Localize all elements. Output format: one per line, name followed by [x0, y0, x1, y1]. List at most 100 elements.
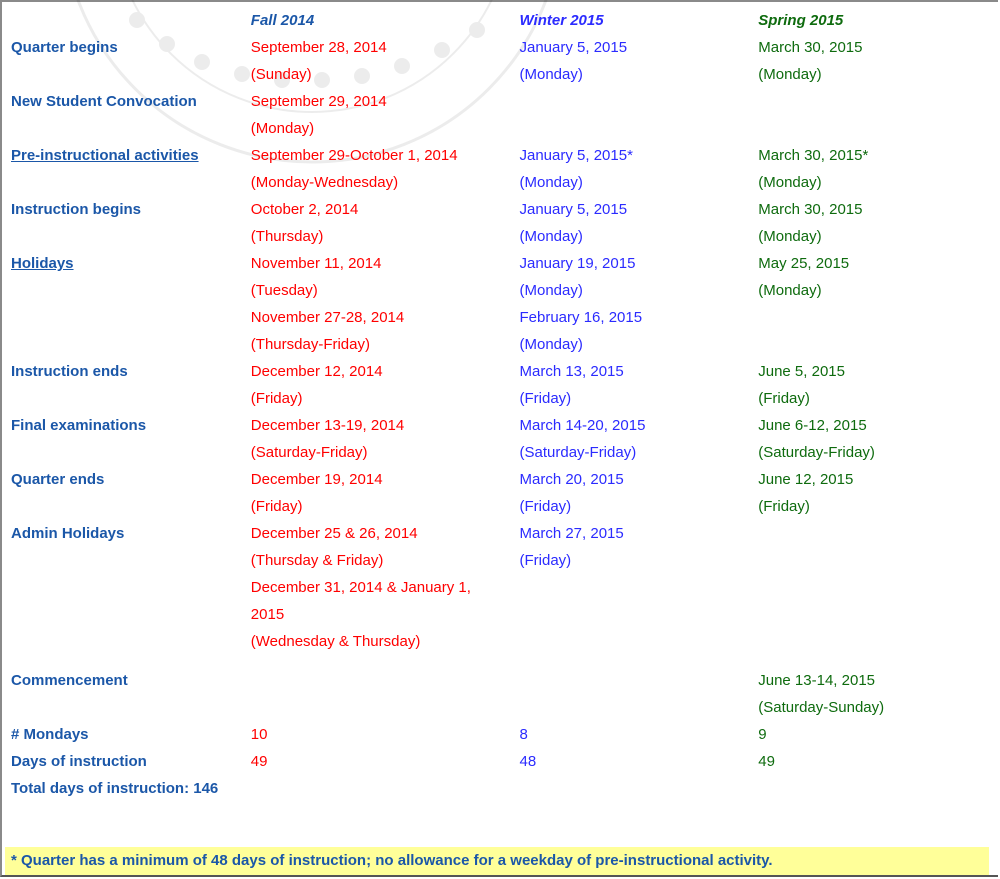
fall-date-entry: (Thursday & Friday)	[250, 552, 384, 569]
fall-date-entry: September 29-October 1, 2014	[250, 147, 458, 164]
spring-date-entry: March 30, 2015	[758, 201, 863, 218]
column-header-spring: Spring 2015	[758, 12, 844, 29]
fall-cell: December 25 & 26, 2014 (Thursday & Friday…	[251, 520, 520, 655]
winter-cell: January 5, 2015* (Monday)	[520, 142, 759, 196]
table-row: Quarter begins September 28, 2014 (Sunday)…	[11, 34, 998, 88]
calendar-body: Quarter begins September 28, 2014 (Sunday)…	[11, 34, 998, 802]
spring-date-entry: (Saturday-Friday)	[758, 444, 875, 461]
winter-date-entry: January 5, 2015	[519, 201, 628, 218]
spring-date-entry: (Monday)	[758, 282, 822, 299]
spring-cell: June 5, 2015 (Friday)	[758, 358, 998, 412]
winter-date-entry: 48	[519, 753, 537, 770]
fall-date-entry: (Thursday-Friday)	[250, 336, 370, 353]
spring-cell: June 12, 2015 (Friday)	[758, 466, 998, 520]
header-empty-cell	[11, 7, 251, 34]
row-label-mondays: # Mondays	[11, 726, 89, 743]
spring-date-entry: May 25, 2015	[758, 255, 850, 272]
column-header-winter: Winter 2015	[519, 12, 604, 29]
fall-date-entry: 49	[250, 753, 268, 770]
winter-date-entry: March 20, 2015	[519, 471, 624, 488]
spring-cell: June 6-12, 2015 (Saturday-Friday)	[758, 412, 998, 466]
fall-date-entry: (Wednesday & Thursday)	[250, 633, 421, 650]
spring-cell: 49	[758, 748, 998, 775]
fall-date-entry: December 12, 2014	[250, 363, 383, 380]
header-row: Fall 2014 Winter 2015 Spring 2015	[11, 7, 998, 34]
winter-date-entry: (Monday)	[519, 66, 583, 83]
winter-date-entry: January 19, 2015	[519, 255, 636, 272]
total-days-of-instruction: Total days of instruction: 146	[11, 780, 219, 797]
winter-cell: March 14-20, 2015 (Saturday-Friday)	[520, 412, 759, 466]
winter-cell: January 5, 2015 (Monday)	[520, 196, 759, 250]
winter-cell	[520, 88, 759, 142]
fall-date-entry: (Thursday)	[250, 228, 324, 245]
spring-date-entry: June 5, 2015	[758, 363, 845, 380]
winter-cell: January 5, 2015 (Monday)	[520, 34, 759, 88]
fall-cell: October 2, 2014 (Thursday)	[251, 196, 520, 250]
winter-date-entry: (Monday)	[519, 336, 583, 353]
winter-date-entry: March 14-20, 2015	[519, 417, 646, 434]
winter-cell: March 13, 2015 (Friday)	[520, 358, 759, 412]
spring-cell: May 25, 2015 (Monday)	[758, 250, 998, 358]
academic-calendar-table: Fall 2014 Winter 2015 Spring 2015 Quarte…	[11, 7, 998, 802]
table-row: Pre-instructional activities September 29…	[11, 142, 998, 196]
table-row: Holidays November 11, 2014 (Tuesday) Novemb…	[11, 250, 998, 358]
calendar-panel: Fall 2014 Winter 2015 Spring 2015 Quarte…	[0, 0, 998, 877]
winter-cell: January 19, 2015 (Monday) February 16, 201…	[520, 250, 759, 358]
fall-cell: December 13-19, 2014 (Saturday-Friday)	[251, 412, 520, 466]
spring-date-entry: (Saturday-Sunday)	[758, 699, 885, 716]
column-header-fall: Fall 2014	[250, 12, 315, 29]
winter-date-entry: March 27, 2015	[519, 525, 624, 542]
spring-date-entry: (Monday)	[758, 66, 822, 83]
spring-date-entry: 9	[758, 726, 767, 743]
fall-date-entry: (Tuesday)	[250, 282, 318, 299]
winter-date-entry: February 16, 2015	[519, 309, 643, 326]
spring-date-entry: (Monday)	[758, 174, 822, 191]
spring-date-entry: March 30, 2015*	[758, 147, 869, 164]
fall-date-entry: October 2, 2014	[250, 201, 359, 218]
spring-cell: March 30, 2015 (Monday)	[758, 34, 998, 88]
fall-cell: September 29, 2014 (Monday)	[251, 88, 520, 142]
fall-date-entry: (Sunday)	[250, 66, 312, 83]
total-row: Total days of instruction: 146	[11, 775, 998, 802]
spring-cell: March 30, 2015* (Monday)	[758, 142, 998, 196]
row-label-days-of-instruction: Days of instruction	[11, 753, 147, 770]
winter-date-entry: 8	[519, 726, 528, 743]
spring-date-entry: (Friday)	[758, 498, 810, 515]
fall-date-entry: (Friday)	[250, 498, 303, 515]
fall-cell: September 29-October 1, 2014 (Monday-Wedn…	[251, 142, 520, 196]
fall-date-entry: (Saturday-Friday)	[250, 444, 368, 461]
fall-cell: 49	[251, 748, 520, 775]
fall-cell: December 12, 2014 (Friday)	[251, 358, 520, 412]
row-label-pre-instructional-activities[interactable]: Pre-instructional activities	[11, 142, 251, 196]
winter-date-entry: January 5, 2015	[519, 39, 628, 56]
fall-date-entry: (Friday)	[250, 390, 303, 407]
table-row: Instruction begins October 2, 2014 (Thursd…	[11, 196, 998, 250]
row-label-quarter-ends: Quarter ends	[11, 471, 105, 488]
winter-date-entry: (Friday)	[519, 390, 572, 407]
fall-date-entry: December 31, 2014 & January 1,	[250, 579, 471, 596]
row-label-instruction-begins: Instruction begins	[11, 201, 142, 218]
fall-cell: November 11, 2014 (Tuesday) November 27-28…	[251, 250, 520, 358]
spring-date-entry: June 6-12, 2015	[758, 417, 867, 434]
row-label-instruction-ends: Instruction ends	[11, 363, 128, 380]
spring-cell: March 30, 2015 (Monday)	[758, 196, 998, 250]
table-row: Final examinations December 13-19, 2014 (S…	[11, 412, 998, 466]
fall-date-entry: 2015	[250, 606, 285, 623]
winter-cell: March 27, 2015 (Friday)	[520, 520, 759, 655]
winter-date-entry: (Monday)	[519, 282, 583, 299]
winter-date-entry: (Friday)	[519, 498, 572, 515]
fall-cell	[251, 655, 520, 721]
winter-cell: March 20, 2015 (Friday)	[520, 466, 759, 520]
winter-cell	[520, 655, 759, 721]
winter-date-entry: January 5, 2015*	[519, 147, 633, 164]
spring-date-entry: March 30, 2015	[758, 39, 863, 56]
fall-date-entry: September 29, 2014	[250, 93, 387, 110]
row-label-holidays[interactable]: Holidays	[11, 250, 251, 358]
fall-cell: September 28, 2014 (Sunday)	[251, 34, 520, 88]
winter-date-entry: (Saturday-Friday)	[519, 444, 637, 461]
spring-cell: June 13-14, 2015 (Saturday-Sunday)	[758, 655, 998, 721]
spring-date-entry: (Friday)	[758, 390, 810, 407]
table-row: # Mondays 10 8 9	[11, 721, 998, 748]
winter-date-entry: (Monday)	[519, 174, 583, 191]
row-label-new-student-convocation: New Student Convocation	[11, 93, 197, 110]
